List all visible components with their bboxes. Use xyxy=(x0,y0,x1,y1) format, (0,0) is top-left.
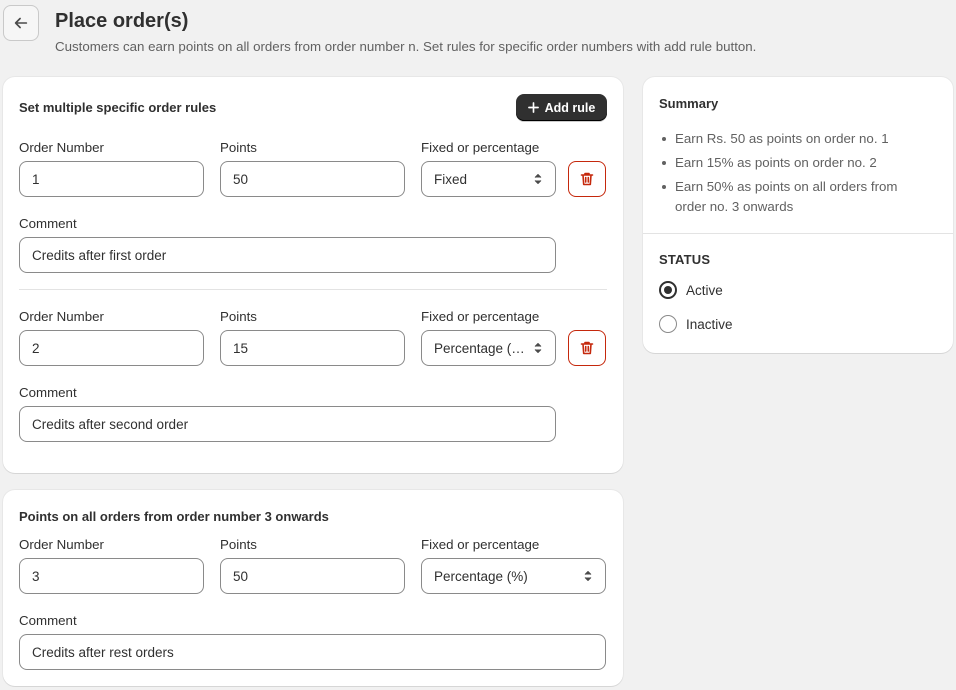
trash-icon xyxy=(580,341,594,355)
rule-2-points-label: Points xyxy=(220,309,257,324)
summary-title: Summary xyxy=(659,96,719,111)
rule-2-comment-label: Comment xyxy=(19,385,77,400)
status-inactive-radio[interactable] xyxy=(659,315,677,333)
select-arrows-icon xyxy=(533,172,543,186)
onwards-type-value: Percentage (%) xyxy=(434,568,528,584)
status-inactive-option[interactable]: Inactive xyxy=(659,315,733,333)
rule-1-order-number-input[interactable] xyxy=(19,161,204,197)
summary-divider xyxy=(643,233,953,234)
onwards-order-label: Order Number xyxy=(19,537,104,552)
rule-1-comment-label: Comment xyxy=(19,216,77,231)
rule-1-delete-button[interactable] xyxy=(568,161,606,197)
onwards-comment-input[interactable] xyxy=(19,634,606,670)
rule-2-type-label: Fixed or percentage xyxy=(421,309,540,324)
select-arrows-icon xyxy=(583,569,593,583)
summary-item: Earn 15% as points on order no. 2 xyxy=(659,153,929,173)
rule-1-type-label: Fixed or percentage xyxy=(421,140,540,155)
specific-rules-title: Set multiple specific order rules xyxy=(19,100,217,115)
status-active-radio[interactable] xyxy=(659,281,677,299)
page-subtitle: Customers can earn points on all orders … xyxy=(55,39,757,54)
add-rule-button[interactable]: Add rule xyxy=(516,94,607,121)
rule-1-points-input[interactable] xyxy=(220,161,405,197)
select-arrows-icon xyxy=(533,341,543,355)
onwards-order-number-input[interactable] xyxy=(19,558,204,594)
back-button[interactable] xyxy=(3,5,39,41)
status-active-option[interactable]: Active xyxy=(659,281,723,299)
rule-2-order-number-input[interactable] xyxy=(19,330,204,366)
add-rule-label: Add rule xyxy=(544,100,596,115)
page-title: Place order(s) xyxy=(55,10,189,32)
rules-divider xyxy=(19,289,607,290)
status-heading: STATUS xyxy=(659,252,711,267)
rule-1-points-label: Points xyxy=(220,140,257,155)
summary-item: Earn 50% as points on all orders from or… xyxy=(659,177,929,217)
rule-1-type-value: Fixed xyxy=(434,171,468,187)
rule-2-order-label: Order Number xyxy=(19,309,104,324)
status-active-label: Active xyxy=(686,282,723,298)
onwards-rule-title: Points on all orders from order number 3… xyxy=(19,509,329,524)
rule-1-order-label: Order Number xyxy=(19,140,104,155)
rule-1-comment-input[interactable] xyxy=(19,237,556,273)
status-inactive-label: Inactive xyxy=(686,316,733,332)
summary-list: Earn Rs. 50 as points on order no. 1 Ear… xyxy=(659,129,929,221)
rule-2-delete-button[interactable] xyxy=(568,330,606,366)
onwards-type-label: Fixed or percentage xyxy=(421,537,540,552)
rule-2-type-value: Percentage (%) xyxy=(434,340,528,356)
onwards-points-input[interactable] xyxy=(220,558,405,594)
onwards-points-label: Points xyxy=(220,537,257,552)
rule-1-type-select[interactable]: Fixed xyxy=(421,161,556,197)
trash-icon xyxy=(580,172,594,186)
rule-2-comment-input[interactable] xyxy=(19,406,556,442)
plus-icon xyxy=(527,102,539,113)
rule-2-points-input[interactable] xyxy=(220,330,405,366)
summary-item: Earn Rs. 50 as points on order no. 1 xyxy=(659,129,929,149)
rule-2-type-select[interactable]: Percentage (%) xyxy=(421,330,556,366)
onwards-type-select[interactable]: Percentage (%) xyxy=(421,558,606,594)
onwards-comment-label: Comment xyxy=(19,613,77,628)
arrow-left-icon xyxy=(14,17,28,29)
